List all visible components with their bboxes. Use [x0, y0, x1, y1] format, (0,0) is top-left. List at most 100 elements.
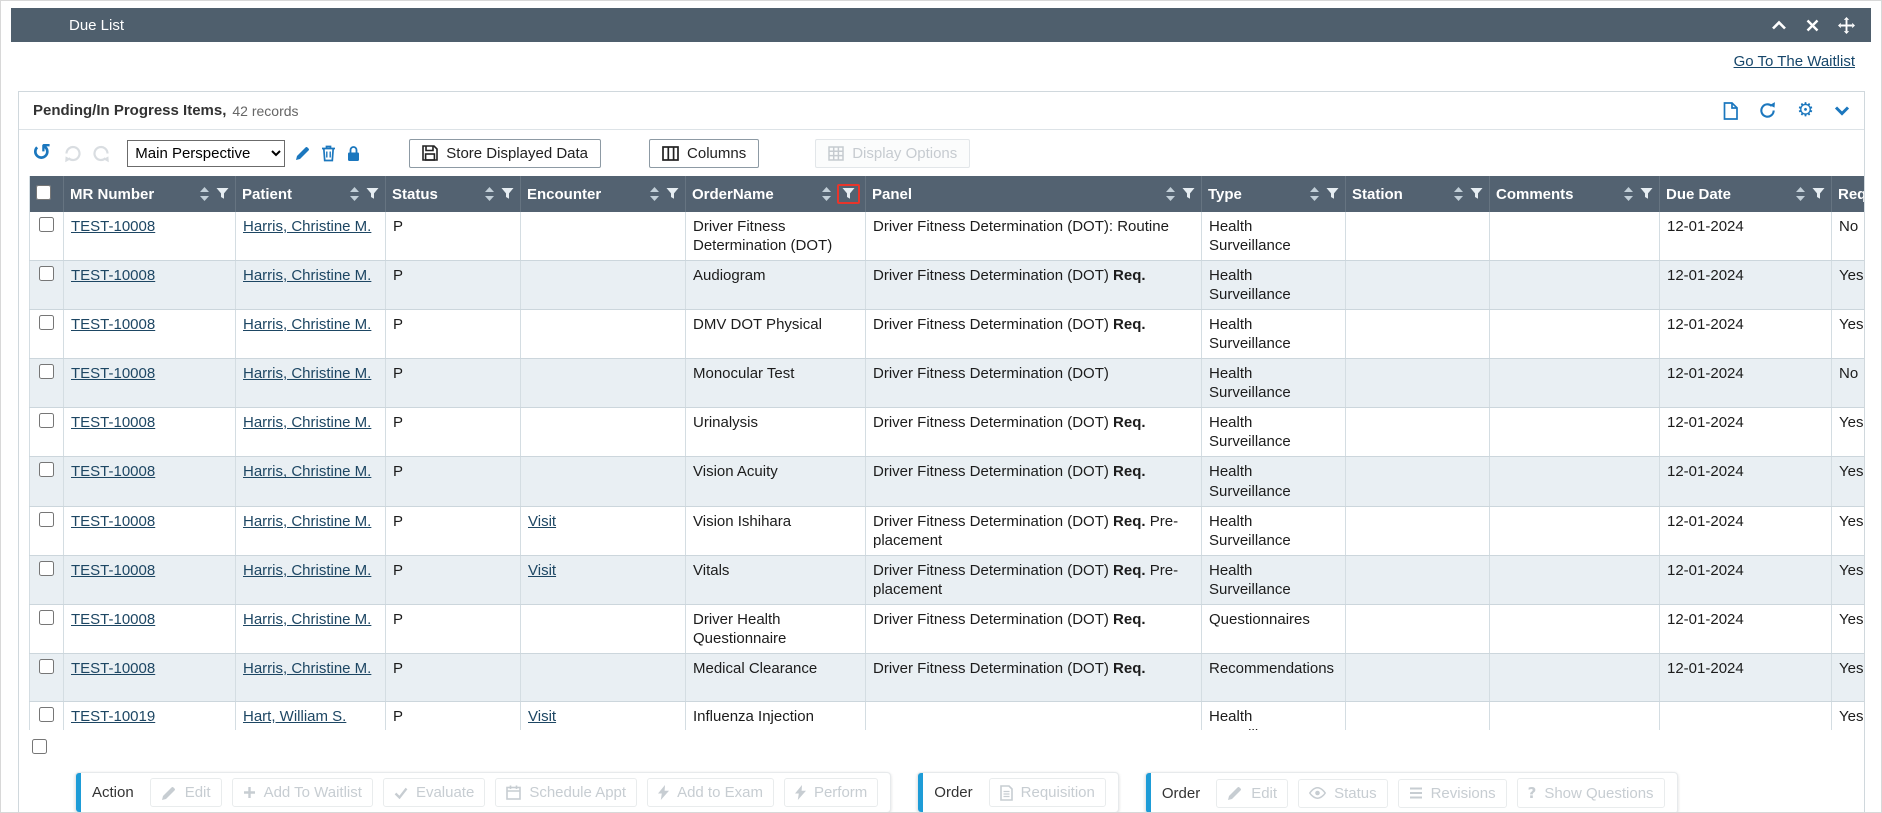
table-row: TEST-10008Harris, Christine M.PUrinalysi… — [30, 408, 1865, 457]
sort-icon[interactable] — [1454, 187, 1463, 201]
mr-link[interactable]: TEST-10008 — [71, 414, 155, 431]
sort-icon[interactable] — [1624, 187, 1633, 201]
row-checkbox[interactable] — [39, 364, 54, 379]
cell-status: P — [386, 310, 521, 359]
filter-icon[interactable] — [366, 188, 379, 200]
mr-link[interactable]: TEST-10008 — [71, 463, 155, 480]
columns-button[interactable]: Columns — [649, 139, 759, 168]
sort-icon[interactable] — [485, 187, 494, 201]
row-checkbox[interactable] — [39, 610, 54, 625]
row-checkbox[interactable] — [39, 561, 54, 576]
row-checkbox[interactable] — [39, 315, 54, 330]
mr-link[interactable]: TEST-10008 — [71, 267, 155, 284]
go-to-waitlist-link[interactable]: Go To The Waitlist — [1734, 53, 1855, 70]
mr-link[interactable]: TEST-10008 — [71, 660, 155, 677]
column-header-panel[interactable]: Panel — [866, 176, 1202, 212]
sort-icon[interactable] — [650, 187, 659, 201]
filter-icon[interactable] — [1812, 188, 1825, 200]
store-displayed-data-button[interactable]: Store Displayed Data — [409, 139, 601, 168]
footer-select-checkbox[interactable] — [32, 739, 47, 754]
patient-link[interactable]: Hart, William S. — [243, 708, 346, 725]
column-header-mr-number[interactable]: MR Number — [64, 176, 236, 212]
row-checkbox[interactable] — [39, 266, 54, 281]
mr-link[interactable]: TEST-10008 — [71, 562, 155, 579]
patient-link[interactable]: Harris, Christine M. — [243, 365, 371, 382]
cell-mr: TEST-10008 — [64, 506, 236, 555]
filter-icon-highlighted[interactable] — [837, 184, 860, 204]
select-all-checkbox[interactable] — [36, 185, 51, 200]
group-accent-bar — [1146, 773, 1151, 813]
sort-icon[interactable] — [1796, 187, 1805, 201]
column-header-patient[interactable]: Patient — [236, 176, 386, 212]
row-checkbox[interactable] — [39, 512, 54, 527]
mr-link[interactable]: TEST-10008 — [71, 611, 155, 628]
close-icon[interactable] — [1806, 19, 1819, 32]
encounter-link[interactable]: Visit — [528, 562, 556, 579]
button-label: Edit — [1251, 785, 1277, 802]
pencil-icon[interactable] — [295, 145, 311, 161]
patient-link[interactable]: Harris, Christine M. — [243, 218, 371, 235]
table-row: TEST-10008Harris, Christine M.PVisitVita… — [30, 555, 1865, 604]
mr-link[interactable]: TEST-10008 — [71, 316, 155, 333]
mr-link[interactable]: TEST-10008 — [71, 513, 155, 530]
encounter-link[interactable]: Visit — [528, 513, 556, 530]
move-icon[interactable] — [1838, 17, 1855, 34]
patient-link[interactable]: Harris, Christine M. — [243, 267, 371, 284]
new-document-icon[interactable] — [1723, 102, 1738, 120]
encounter-link[interactable]: Visit — [528, 708, 556, 725]
filter-icon[interactable] — [501, 188, 514, 200]
patient-link[interactable]: Harris, Christine M. — [243, 316, 371, 333]
filter-icon[interactable] — [1640, 188, 1653, 200]
row-checkbox[interactable] — [39, 659, 54, 674]
column-label: Station — [1352, 186, 1447, 203]
sort-icon[interactable] — [1166, 187, 1175, 201]
group-label: Order — [934, 784, 972, 801]
lock-icon[interactable] — [346, 145, 361, 162]
columns-icon — [662, 146, 679, 161]
row-checkbox[interactable] — [39, 413, 54, 428]
filter-icon[interactable] — [1182, 188, 1195, 200]
gear-icon[interactable]: ⚙ — [1797, 101, 1814, 120]
patient-link[interactable]: Harris, Christine M. — [243, 513, 371, 530]
sort-icon[interactable] — [200, 187, 209, 201]
column-header-status[interactable]: Status — [386, 176, 521, 212]
column-header-comments[interactable]: Comments — [1490, 176, 1660, 212]
action-group-order-2: OrderEditStatusRevisions?Show Questions — [1145, 772, 1678, 813]
cell-status: P — [386, 555, 521, 604]
mr-link[interactable]: TEST-10019 — [71, 708, 155, 725]
mr-link[interactable]: TEST-10008 — [71, 365, 155, 382]
row-checkbox[interactable] — [39, 462, 54, 477]
sort-icon[interactable] — [350, 187, 359, 201]
cell-patient: Harris, Christine M. — [236, 506, 386, 555]
chevron-down-icon[interactable] — [1834, 106, 1850, 116]
patient-link[interactable]: Harris, Christine M. — [243, 611, 371, 628]
perspective-select[interactable]: Main Perspective — [127, 140, 285, 167]
filter-icon[interactable] — [1470, 188, 1483, 200]
cell-encounter — [521, 653, 686, 701]
row-checkbox[interactable] — [39, 707, 54, 722]
filter-icon[interactable] — [1326, 188, 1339, 200]
patient-link[interactable]: Harris, Christine M. — [243, 414, 371, 431]
column-header-req[interactable]: Req — [1832, 176, 1865, 212]
sort-icon[interactable] — [1310, 187, 1319, 201]
chevron-up-icon[interactable] — [1771, 20, 1787, 30]
patient-link[interactable]: Harris, Christine M. — [243, 660, 371, 677]
undo-icon[interactable]: ↺ — [32, 142, 51, 165]
mr-link[interactable]: TEST-10008 — [71, 218, 155, 235]
cell-encounter — [521, 604, 686, 653]
column-header-encounter[interactable]: Encounter — [521, 176, 686, 212]
column-header-due-date[interactable]: Due Date — [1660, 176, 1832, 212]
column-header-station[interactable]: Station — [1346, 176, 1490, 212]
patient-link[interactable]: Harris, Christine M. — [243, 463, 371, 480]
refresh-icon[interactable] — [1758, 101, 1777, 120]
cell-patient: Hart, William S. — [236, 701, 386, 730]
sort-icon[interactable] — [822, 187, 831, 201]
row-checkbox[interactable] — [39, 217, 54, 232]
filter-icon[interactable] — [666, 188, 679, 200]
cell-order: Monocular Test — [686, 359, 866, 408]
column-header-type[interactable]: Type — [1202, 176, 1346, 212]
patient-link[interactable]: Harris, Christine M. — [243, 562, 371, 579]
filter-icon[interactable] — [216, 188, 229, 200]
trash-icon[interactable] — [321, 145, 336, 162]
column-header-ordername[interactable]: OrderName — [686, 176, 866, 212]
